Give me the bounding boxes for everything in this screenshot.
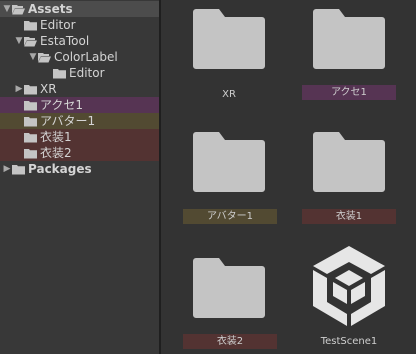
tree-item-label: Editor bbox=[40, 18, 76, 32]
tree-item-assets[interactable]: ▼ Assets bbox=[0, 1, 159, 17]
folder-icon bbox=[193, 9, 265, 69]
asset-caption-testscene1: TestScene1 bbox=[320, 336, 378, 347]
tree-item-label: Assets bbox=[28, 2, 73, 16]
folder-icon bbox=[193, 258, 265, 318]
tree-item-colorlabel[interactable]: ▼ ColorLabel bbox=[0, 49, 159, 65]
folder-icon bbox=[193, 132, 265, 192]
tree-item-packages[interactable]: ▶ Packages bbox=[0, 161, 159, 177]
unity-scene-icon bbox=[313, 246, 385, 326]
folder-open-icon bbox=[12, 4, 25, 15]
tree-item-label: XR bbox=[40, 82, 57, 96]
tree-item-estatool[interactable]: ▼ EstaTool bbox=[0, 33, 159, 49]
folder-icon bbox=[313, 132, 385, 192]
tree-item-label: EstaTool bbox=[40, 34, 90, 48]
tree-item-label: アクセ1 bbox=[40, 98, 84, 112]
asset-grid-panel: XR アクセ1 アバター1 衣装1 衣装2 TestScene1 bbox=[161, 0, 416, 354]
tree-item-accessory1[interactable]: アクセ1 bbox=[0, 97, 159, 113]
chevron-down-icon[interactable]: ▼ bbox=[2, 1, 12, 17]
tree-item-costume1[interactable]: 衣装1 bbox=[0, 129, 159, 145]
tree-item-label: ColorLabel bbox=[54, 50, 118, 64]
tree-item-label: Packages bbox=[28, 162, 92, 176]
tree-item-colorlabel-editor[interactable]: Editor bbox=[0, 65, 159, 81]
tree-item-label: Editor bbox=[69, 66, 105, 80]
folder-icon bbox=[24, 132, 37, 143]
folder-icon bbox=[24, 84, 37, 95]
folder-icon bbox=[12, 164, 25, 175]
tree-item-label: 衣装1 bbox=[40, 130, 72, 144]
tree-item-costume2[interactable]: 衣装2 bbox=[0, 145, 159, 161]
asset-caption-xr: XR bbox=[222, 89, 236, 100]
folder-icon bbox=[24, 20, 37, 31]
asset-caption-avatar1: アバター1 bbox=[183, 209, 277, 224]
chevron-right-icon[interactable]: ▶ bbox=[2, 161, 12, 177]
folder-open-icon bbox=[38, 52, 51, 63]
project-tree-panel: ▼ Assets Editor ▼ EstaTool ▼ ColorLabel … bbox=[0, 0, 159, 354]
asset-caption-accessory1: アクセ1 bbox=[302, 85, 396, 100]
tree-item-label: アバター1 bbox=[40, 114, 96, 128]
asset-caption-costume1: 衣装1 bbox=[302, 209, 396, 224]
folder-icon bbox=[313, 9, 385, 69]
chevron-right-icon[interactable]: ▶ bbox=[14, 81, 24, 97]
folder-icon bbox=[53, 68, 66, 79]
folder-icon bbox=[24, 148, 37, 159]
chevron-down-icon[interactable]: ▼ bbox=[28, 49, 38, 65]
tree-item-xr[interactable]: ▶ XR bbox=[0, 81, 159, 97]
tree-item-avatar1[interactable]: アバター1 bbox=[0, 113, 159, 129]
chevron-down-icon[interactable]: ▼ bbox=[14, 33, 24, 49]
folder-icon bbox=[24, 100, 37, 111]
tree-item-label: 衣装2 bbox=[40, 146, 72, 160]
folder-open-icon bbox=[24, 36, 37, 47]
asset-caption-costume2: 衣装2 bbox=[183, 334, 277, 349]
folder-icon bbox=[24, 116, 37, 127]
tree-item-editor[interactable]: Editor bbox=[0, 17, 159, 33]
